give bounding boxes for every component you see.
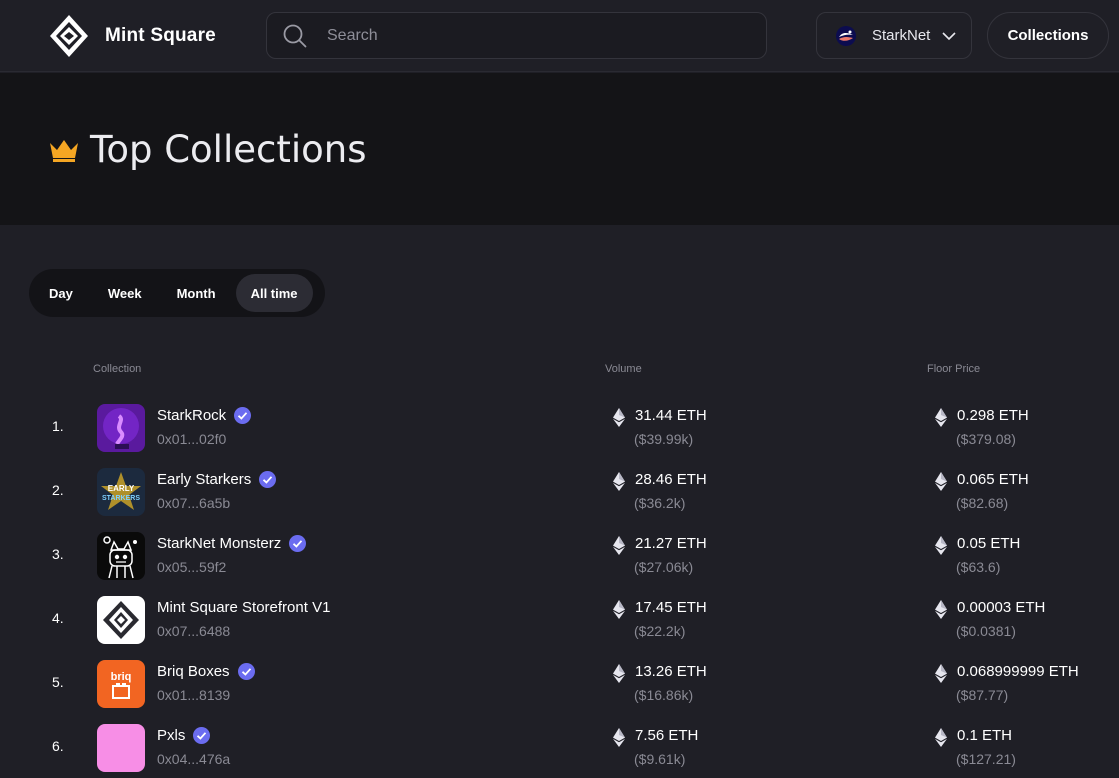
rank: 5. — [52, 674, 64, 690]
floor-price-eth: 0.298 ETH — [957, 407, 1029, 424]
floor-price-usd: ($63.6) — [956, 559, 1001, 575]
collection-name: Early Starkers — [157, 471, 252, 488]
table-row[interactable]: 5. briq Briq Boxes 0x01...8139 13.26 ETH… — [0, 652, 1119, 716]
column-header-collection: Collection — [93, 363, 142, 375]
tab-week[interactable]: Week — [93, 274, 157, 312]
eth-icon — [935, 664, 947, 683]
eth-icon — [613, 472, 625, 491]
rank: 3. — [52, 546, 64, 562]
collection-thumbnail — [97, 724, 145, 772]
table-row[interactable]: 2. EARLY STARKERS Early Starkers 0x07...… — [0, 460, 1119, 524]
collection-address: 0x01...02f0 — [157, 431, 227, 447]
network-selector[interactable]: StarkNet — [816, 12, 972, 59]
floor-price-eth: 0.05 ETH — [957, 535, 1021, 552]
collection-name: Mint Square Storefront V1 — [157, 599, 331, 616]
search-box[interactable] — [266, 12, 767, 59]
floor-price-usd: ($87.77) — [956, 687, 1009, 703]
verified-badge-icon — [237, 663, 255, 680]
brand-logo[interactable]: Mint Square — [49, 14, 216, 58]
volume-usd: ($36.2k) — [634, 495, 686, 511]
crown-icon — [50, 139, 78, 162]
volume-eth: 17.45 ETH — [635, 599, 707, 616]
collection-name: StarkNet Monsterz — [157, 535, 282, 552]
thumb-text-starkers: STARKERS — [102, 495, 140, 502]
floor-price-usd: ($379.08) — [956, 431, 1016, 447]
volume-usd: ($9.61k) — [634, 751, 686, 767]
volume-usd: ($27.06k) — [634, 559, 694, 575]
eth-icon — [613, 664, 625, 683]
floor-price-usd: ($0.0381) — [956, 623, 1016, 639]
rank: 4. — [52, 610, 64, 626]
eth-icon — [613, 600, 625, 619]
column-header-volume: Volume — [605, 363, 642, 375]
volume-eth: 7.56 ETH — [635, 727, 699, 744]
volume-usd: ($39.99k) — [634, 431, 694, 447]
mint-square-logo-icon — [50, 15, 88, 57]
collection-thumbnail — [97, 596, 145, 644]
tab-all-time[interactable]: All time — [235, 274, 313, 312]
collection-address: 0x01...8139 — [157, 687, 231, 703]
collection-address: 0x07...6488 — [157, 623, 231, 639]
collection-thumbnail — [97, 532, 145, 580]
collection-address: 0x05...59f2 — [157, 559, 227, 575]
table-row[interactable]: 4. Mint Square Storefront V1 0x07...6488… — [0, 588, 1119, 652]
volume-eth: 28.46 ETH — [635, 471, 707, 488]
eth-icon — [935, 536, 947, 555]
rank: 1. — [52, 418, 64, 434]
eth-icon — [613, 408, 625, 427]
collection-address: 0x04...476a — [157, 751, 231, 767]
volume-eth: 21.27 ETH — [635, 535, 707, 552]
eth-icon — [935, 600, 947, 619]
hero-banner: Top Collections — [0, 73, 1119, 225]
rank: 6. — [52, 738, 64, 754]
tab-month[interactable]: Month — [162, 274, 231, 312]
verified-badge-icon — [234, 407, 252, 424]
eth-icon — [613, 536, 625, 555]
collection-name: Briq Boxes — [157, 663, 230, 680]
period-tabs: Day Week Month All time — [29, 269, 325, 317]
collection-address: 0x07...6a5b — [157, 495, 231, 511]
table-row[interactable]: 6. Pxls 0x04...476a 7.56 ETH ($9.61k) 0.… — [0, 716, 1119, 778]
search-icon — [283, 24, 307, 47]
volume-usd: ($22.2k) — [634, 623, 686, 639]
tab-day[interactable]: Day — [34, 274, 88, 312]
page-title: Top Collections — [48, 128, 367, 171]
thumb-text-briq: briq — [111, 671, 132, 683]
brand-name: Mint Square — [105, 25, 216, 46]
collections-button[interactable]: Collections — [987, 12, 1109, 59]
floor-price-eth: 0.065 ETH — [957, 471, 1029, 488]
floor-price-eth: 0.1 ETH — [957, 727, 1013, 744]
floor-price-eth: 0.00003 ETH — [957, 599, 1046, 616]
table-row[interactable]: 1. StarkRock 0x01...02f0 31.44 ETH ($39.… — [0, 396, 1119, 460]
volume-eth: 31.44 ETH — [635, 407, 707, 424]
collection-thumbnail — [97, 404, 145, 452]
collection-name: StarkRock — [157, 407, 227, 424]
volume-usd: ($16.86k) — [634, 687, 694, 703]
eth-icon — [935, 728, 947, 747]
eth-icon — [935, 472, 947, 491]
table-row[interactable]: 3. StarkNet Monsterz 0x05...59f2 21.27 E… — [0, 524, 1119, 588]
floor-price-usd: ($127.21) — [956, 751, 1016, 767]
search-input[interactable] — [327, 26, 747, 45]
floor-price-usd: ($82.68) — [956, 495, 1009, 511]
collection-thumbnail: EARLY STARKERS — [97, 468, 145, 516]
top-navbar: Mint Square StarkNet Collections — [0, 0, 1119, 72]
page-title-text: Top Collections — [90, 128, 367, 171]
collection-thumbnail: briq — [97, 660, 145, 708]
column-header-floor-price: Floor Price — [927, 363, 981, 375]
chevron-down-icon — [942, 31, 956, 40]
eth-icon — [935, 408, 947, 427]
network-label: StarkNet — [872, 27, 931, 44]
eth-icon — [613, 728, 625, 747]
rank: 2. — [52, 482, 64, 498]
starknet-icon — [836, 25, 856, 46]
verified-badge-icon — [289, 535, 307, 552]
floor-price-eth: 0.068999999 ETH — [957, 663, 1079, 680]
volume-eth: 13.26 ETH — [635, 663, 707, 680]
collection-name: Pxls — [157, 727, 186, 744]
thumb-text-early: EARLY — [108, 484, 135, 493]
verified-badge-icon — [259, 471, 277, 488]
verified-badge-icon — [193, 727, 211, 744]
